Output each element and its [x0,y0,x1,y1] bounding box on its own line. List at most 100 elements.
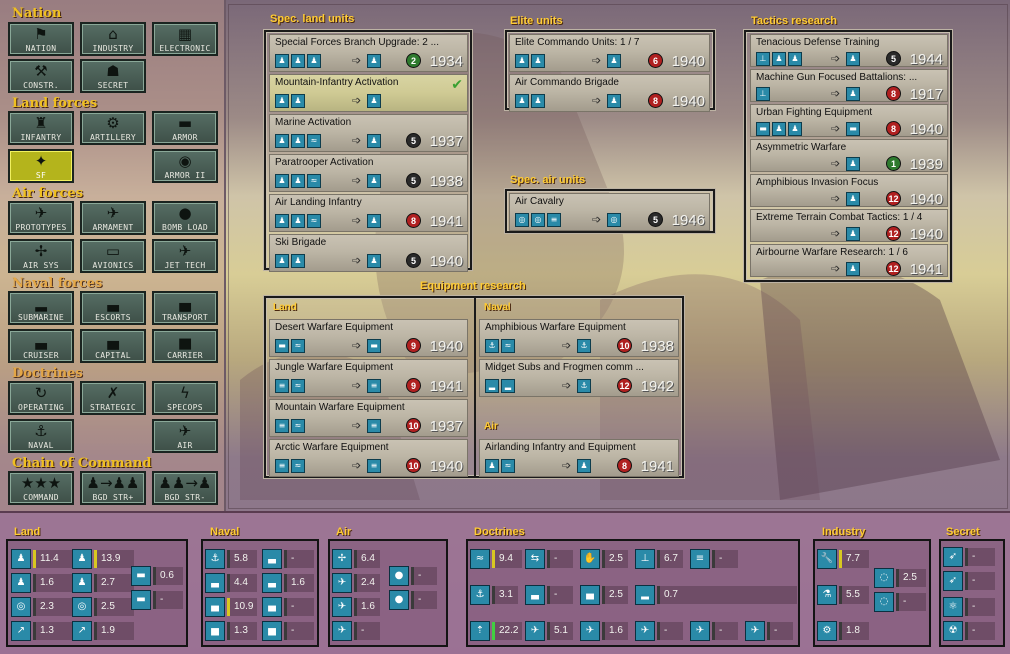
nation-button[interactable]: ⚑ NATION [8,22,74,56]
air-sys-button[interactable]: ✢ AIR SYS [8,239,74,273]
completed-check-icon: ✔ [451,77,463,93]
sf-button[interactable]: ✦ SF [8,149,74,183]
bgd-str-plus-button[interactable]: ♟→♟♟ BGD STR+ [80,471,146,505]
prereq-icons: ▬ ≈ [275,339,305,353]
difficulty-badge: 9 [406,378,421,393]
research-card[interactable]: Elite Commando Units: 1 / 7 ♟ ♟ ➩ ♟ 6 1940 [509,34,710,72]
research-card[interactable]: Extreme Terrain Combat Tactics: 1 / 4 ➩ ♟ 1… [750,209,948,242]
research-card[interactable]: Mountain Warfare Equipment ≡ ≈ ➩ ≡ 10 1937 [269,399,468,437]
propeller-icon: ✢ [34,242,48,260]
artillery-button[interactable]: ⚙ ARTILLERY [80,111,146,145]
prototypes-button[interactable]: ✈ PROTOTYPES [8,201,74,235]
ship-icon: ▄ [580,585,600,605]
research-card[interactable]: Arctic Warfare Equipment ≡ ≈ ➩ ≡ 10 1940 [269,439,468,477]
armament-button[interactable]: ✈ ARMAMENT [80,201,146,235]
specops-button[interactable]: ϟ SPECOPS [152,381,218,415]
prereq-icons: ♟ ♟ ≈ [275,174,321,188]
stat-item: ✈ - [690,620,738,642]
escorts-button[interactable]: ▃ ESCORTS [80,291,146,325]
strategic-button[interactable]: ✗ STRATEGIC [80,381,146,415]
prereq-icons: ▬ ♟ ♟ [756,122,802,136]
cannon-icon: ⚙ [106,114,120,132]
infantry-icon: ♟ [11,549,31,569]
submarine-icon: ▂ [35,294,47,312]
research-card[interactable]: Paratrooper Activation ♟ ♟ ≈ ➩ ♟ 5 1938 [269,154,468,192]
armor-ii-button[interactable]: ◉ ARMOR II [152,149,218,183]
research-card[interactable]: Asymmetric Warfare ➩ ♟ 1 1939 [750,139,948,172]
research-card[interactable]: Amphibious Warfare Equipment ⚓ ≈ ➩ ⚓ 10 1938 [479,319,679,357]
research-card-completed[interactable]: Mountain-Infantry Activation ♟ ♟ ➩ ♟ ✔ [269,74,468,112]
stats-air-title: Air [336,526,352,538]
transport-button[interactable]: ▄ TRANSPORT [152,291,218,325]
arrow-icon: ➩ [831,227,841,240]
bomb-load-button[interactable]: ● BOMB LOAD [152,201,218,235]
infantry-button[interactable]: ♜ INFANTRY [8,111,74,145]
capital-button[interactable]: ▄ CAPITAL [80,329,146,363]
carrier-button[interactable]: ▅ CARRIER [152,329,218,363]
naval-doctrine-button[interactable]: ⚓ NAVAL [8,419,74,453]
spec-land-title: Spec. land units [270,13,355,25]
target-unit-icon: ◎ [607,213,621,227]
submarine-button[interactable]: ▂ SUBMARINE [8,291,74,325]
electronic-button[interactable]: ▦ ELECTRONIC [152,22,218,56]
wave-icon: ≈ [470,549,490,569]
research-card[interactable]: Special Forces Branch Upgrade: 2 ... ♟ ♟ ♟ ➩… [269,34,468,72]
stat-item: ✈ 2.4 [332,572,380,594]
armor-button[interactable]: ▬ ARMOR [152,111,218,145]
stat-item: ☢ - [943,620,995,642]
jet-tech-button[interactable]: ✈ JET TECH [152,239,218,273]
research-year: 1946 [671,212,705,229]
cruiser-button[interactable]: ▃ CRUISER [8,329,74,363]
carrier-icon: ▅ [179,332,191,350]
research-card[interactable]: Jungle Warfare Equipment ≡ ≈ ➩ ≡ 9 1941 [269,359,468,397]
plane-icon: ✈ [525,621,545,641]
research-card[interactable]: Marine Activation ♟ ♟ ≈ ➩ ♟ 5 1937 [269,114,468,152]
difficulty-badge: 10 [406,458,421,473]
stat-item: ▬ - [131,589,183,611]
operating-button[interactable]: ↻ OPERATING [8,381,74,415]
research-card[interactable]: Machine Gun Focused Battalions: ... ⊥ ➩ ♟ 8 1… [750,69,948,102]
bgd-str-minus-button[interactable]: ♟♟→♟ BGD STR- [152,471,218,505]
construction-button[interactable]: ⚒ CONSTR. [8,59,74,93]
research-card[interactable]: Amphibious Invasion Focus ➩ ♟ 12 1940 [750,174,948,207]
command-button[interactable]: ★★★ COMMAND [8,471,74,505]
research-card[interactable]: Air Commando Brigade ♟ ♟ ➩ ♟ 8 1940 [509,74,710,112]
research-year: 1942 [640,378,674,395]
stat-item: ▂ 0.7 [635,584,797,606]
arrow-icon: ➩ [352,174,362,187]
rocket-icon: ⇡ [470,621,490,641]
target-unit-icon: ⚓ [577,339,591,353]
arrow-icon: ➩ [352,254,362,267]
research-card[interactable]: Midget Subs and Frogmen comm ... ▂ ▂ ➩ ⚓ 12 19… [479,359,679,397]
arrow-icon: ➩ [562,459,572,472]
bomb-icon: ● [389,590,409,610]
research-card[interactable]: Desert Warfare Equipment ▬ ≈ ➩ ▬ 9 1940 [269,319,468,357]
arrow-icon: ➩ [831,87,841,100]
research-card[interactable]: Tenacious Defense Training ⊥ ♟ ♟ ➩ ♟ 5 1944 [750,34,948,67]
category-doctrines-title: Doctrines [12,366,83,381]
bomb-icon: ● [178,204,192,222]
anchor-icon: ⚓ [34,422,48,440]
arrow-icon: ➩ [831,122,841,135]
arrow-icon: ➩ [352,379,362,392]
air-doctrine-button[interactable]: ✈ AIR [152,419,218,453]
research-card[interactable]: Air Cavalry ◎ ◎ ≡ ➩ ◎ 5 1946 [509,193,710,231]
stat-item: ▬ 0.6 [131,565,183,587]
research-card[interactable]: Urban Fighting Equipment ▬ ♟ ♟ ➩ ▬ 8 1940 [750,104,948,137]
category-land-title: Land forces [12,96,98,111]
industry-button[interactable]: ⌂ INDUSTRY [80,22,146,56]
research-card[interactable]: Ski Brigade ♟ ♟ ➩ ♟ 5 1940 [269,234,468,272]
research-card[interactable]: Airbourne Warfare Research: 1 / 6 ➩ ♟ 12 194… [750,244,948,277]
research-card[interactable]: Airlanding Infantry and Equipment ♟ ≈ ➩ ♟ 8 19… [479,439,679,477]
stat-item: ↗ 1.3 [11,620,73,642]
soldier-icon: ♜ [34,114,48,132]
stat-item: ↗ 1.9 [72,620,134,642]
secret-button[interactable]: ☗ SECRET [80,59,146,93]
avionics-button[interactable]: ▭ AVIONICS [80,239,146,273]
research-card[interactable]: Air Landing Infantry ♟ ♟ ≈ ➩ ♟ 8 1941 [269,194,468,232]
bomber-icon: ✈ [332,621,352,641]
stat-item: ✈ - [332,620,380,642]
arrow-icon: ➩ [831,52,841,65]
category-naval-title: Naval forces [12,276,103,291]
arrow-icon: ➩ [352,54,362,67]
